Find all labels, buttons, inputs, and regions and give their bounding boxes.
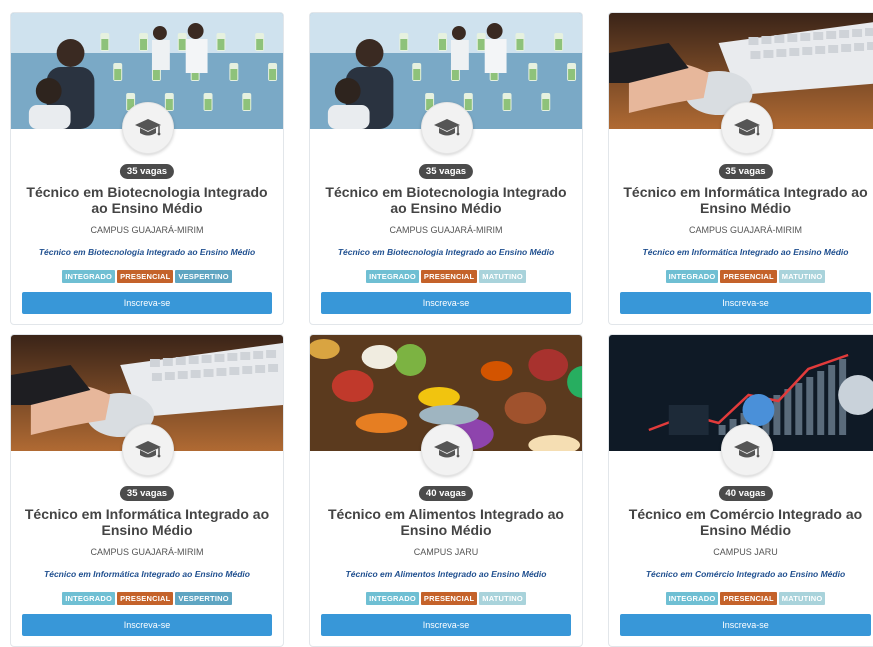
tag-shift: MATUTINO <box>778 270 826 283</box>
course-title: Técnico em Informática Integrado ao Ensi… <box>623 184 868 216</box>
vagas-badge: 35 vagas <box>119 164 175 179</box>
campus-name: CAMPUS JARU <box>413 547 479 557</box>
tag-presencial: PRESENCIAL <box>420 592 478 605</box>
vagas-badge: 35 vagas <box>718 164 773 179</box>
tag-presencial: PRESENCIAL <box>117 270 174 283</box>
vagas-badge: 35 vagas <box>119 486 175 501</box>
vagas-badge: 40 vagas <box>718 486 773 501</box>
tag-list: INTEGRADO PRESENCIAL MATUTINO <box>310 270 582 283</box>
inscreva-se-button[interactable]: Inscreva-se <box>321 292 571 314</box>
course-card: 35 vagas Técnico em Informática Integrad… <box>10 334 284 647</box>
course-title: Técnico em Biotecnologia Integrado ao En… <box>26 184 268 216</box>
graduation-cap-icon <box>122 102 174 154</box>
course-description: Técnico em Comércio Integrado ao Ensino … <box>645 569 846 579</box>
tag-shift: MATUTINO <box>479 270 526 283</box>
inscreva-se-button[interactable]: Inscreva-se <box>22 292 272 314</box>
tag-shift: MATUTINO <box>479 592 526 605</box>
course-card: 35 vagas Técnico em Biotecnologia Integr… <box>10 12 284 325</box>
vagas-badge: 35 vagas <box>418 164 474 179</box>
graduation-cap-icon <box>720 102 773 154</box>
inscreva-se-button[interactable]: Inscreva-se <box>22 614 272 636</box>
course-card: 40 vagas Técnico em Comércio Integrado a… <box>608 334 873 647</box>
course-description: Técnico em Alimentos Integrado ao Ensino… <box>345 569 547 579</box>
tag-integrado: INTEGRADO <box>62 592 116 605</box>
course-description: Técnico em Biotecnologia Integrado ao En… <box>38 247 256 257</box>
tag-shift: MATUTINO <box>778 592 826 605</box>
course-title: Técnico em Informática Integrado ao Ensi… <box>24 506 270 538</box>
tag-integrado: INTEGRADO <box>665 592 719 605</box>
campus-name: CAMPUS GUAJARÁ-MIRIM <box>688 225 802 235</box>
course-description: Técnico em Informática Integrado ao Ensi… <box>642 247 849 257</box>
tag-integrado: INTEGRADO <box>665 270 719 283</box>
course-card: 35 vagas Técnico em Informática Integrad… <box>608 12 873 325</box>
graduation-cap-icon <box>720 424 773 476</box>
course-card: 40 vagas Técnico em Alimentos Integrado … <box>309 334 583 647</box>
tag-list: INTEGRADO PRESENCIAL MATUTINO <box>310 592 582 605</box>
graduation-cap-icon <box>421 102 473 154</box>
campus-name: CAMPUS JARU <box>713 547 778 557</box>
campus-name: CAMPUS GUAJARÁ-MIRIM <box>389 225 503 235</box>
tag-list: INTEGRADO PRESENCIAL VESPERTINO <box>11 592 283 605</box>
inscreva-se-button[interactable]: Inscreva-se <box>620 292 871 314</box>
course-description: Técnico em Biotecnologia Integrado ao En… <box>337 247 555 257</box>
tag-list: INTEGRADO PRESENCIAL MATUTINO <box>609 270 873 283</box>
campus-name: CAMPUS GUAJARÁ-MIRIM <box>90 225 204 235</box>
tag-presencial: PRESENCIAL <box>720 270 777 283</box>
graduation-cap-icon <box>421 424 473 476</box>
course-title: Técnico em Comércio Integrado ao Ensino … <box>628 506 863 538</box>
tag-list: INTEGRADO PRESENCIAL MATUTINO <box>609 592 873 605</box>
graduation-cap-icon <box>122 424 174 476</box>
course-description: Técnico em Informática Integrado ao Ensi… <box>44 569 250 579</box>
tag-integrado: INTEGRADO <box>366 270 419 283</box>
tag-integrado: INTEGRADO <box>366 592 419 605</box>
vagas-badge: 40 vagas <box>418 486 474 501</box>
tag-presencial: PRESENCIAL <box>720 592 777 605</box>
inscreva-se-button[interactable]: Inscreva-se <box>321 614 571 636</box>
tag-integrado: INTEGRADO <box>62 270 116 283</box>
course-title: Técnico em Alimentos Integrado ao Ensino… <box>328 506 564 538</box>
inscreva-se-button[interactable]: Inscreva-se <box>620 614 871 636</box>
tag-shift: VESPERTINO <box>175 270 232 283</box>
course-card: 35 vagas Técnico em Biotecnologia Integr… <box>309 12 583 325</box>
tag-shift: VESPERTINO <box>175 592 232 605</box>
course-title: Técnico em Biotecnologia Integrado ao En… <box>325 184 567 216</box>
tag-presencial: PRESENCIAL <box>117 592 174 605</box>
campus-name: CAMPUS GUAJARÁ-MIRIM <box>90 547 204 557</box>
tag-list: INTEGRADO PRESENCIAL VESPERTINO <box>11 270 283 283</box>
tag-presencial: PRESENCIAL <box>420 270 478 283</box>
